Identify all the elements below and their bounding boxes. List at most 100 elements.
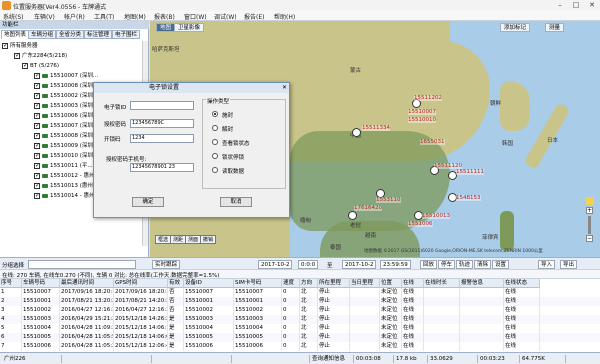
lock-id-input[interactable]	[130, 101, 194, 110]
tab-fence[interactable]: 电子围栏	[112, 30, 141, 39]
export-button[interactable]: 导出	[560, 260, 578, 269]
column-header[interactable]: GPS时间	[114, 279, 168, 288]
radio-lock-stop[interactable]	[212, 153, 218, 159]
table-row[interactable]: 4 15510003 2016/04/29 15:21:37 2015/12/18 1…	[0, 315, 600, 324]
import-button[interactable]: 导入	[538, 260, 556, 269]
vehicle-item[interactable]: 15510003 (深圳...	[34, 101, 98, 111]
column-header[interactable]: 所在里程	[318, 279, 350, 288]
tab-map-list[interactable]: 地图列表	[1, 30, 30, 39]
mode-select[interactable]: 实时跟踪	[152, 260, 181, 269]
column-header[interactable]: 在线时长	[424, 279, 460, 288]
app-logo-icon	[2, 1, 11, 10]
column-header[interactable]: 速度	[282, 279, 300, 288]
vehicle-item[interactable]: 15510008 (深圳...	[34, 81, 98, 91]
auth-password-label: 授权密码	[104, 122, 127, 128]
tab-satellite[interactable]: 卫星影像	[174, 23, 205, 32]
menu-tools[interactable]: 工具(T)	[94, 12, 114, 21]
zoom-out-icon[interactable]: −	[586, 235, 593, 242]
time-from-input[interactable]: 0:0:0	[298, 260, 319, 269]
menu-map[interactable]: 地图(M)	[124, 12, 146, 21]
zoom-slider[interactable]	[588, 216, 591, 234]
vehicle-item[interactable]: 15510007 (深圳...	[34, 121, 98, 131]
menu-window[interactable]: 窗口(W)	[184, 12, 207, 21]
group-select-dropdown[interactable]	[28, 260, 136, 269]
menu-report[interactable]: 报表(B)	[154, 12, 175, 21]
table-row[interactable]: 3 15510002 2016/04/27 12:16:38 2016/04/27 1…	[0, 306, 600, 315]
vehicle-item[interactable]: 15510002 (深圳...	[34, 91, 98, 101]
radio-read-data[interactable]	[212, 167, 218, 173]
undo-tool-button[interactable]: 撤销	[200, 235, 217, 244]
playback-button[interactable]: 回放	[420, 260, 438, 269]
tree-root[interactable]: 所有服务器	[2, 41, 38, 51]
tab-vehicle-group[interactable]: 车辆分组	[28, 30, 57, 39]
tab-markers[interactable]: 标注管理	[84, 30, 113, 39]
ok-button[interactable]: 确定	[132, 197, 164, 207]
menu-system[interactable]: 系统(S)	[3, 12, 24, 21]
time-to-input[interactable]: 23:59:59	[380, 260, 411, 269]
auth-password-input[interactable]: 123456789C	[130, 119, 194, 128]
menu-debug[interactable]: 调试(W)	[214, 12, 237, 21]
column-header[interactable]: 设备ID	[184, 279, 234, 288]
clear-button[interactable]: 清除	[474, 260, 492, 269]
table-row[interactable]: 5 15510004 2016/04/28 11:09:37 2015/12/18 1…	[0, 324, 600, 333]
vehicle-item[interactable]: 15510011 (平...	[34, 161, 93, 171]
table-row[interactable]: 6 15510005 2016/04/28 11:05:59 2015/12/18 1…	[0, 333, 600, 342]
menu-help-report[interactable]: 报告(E)	[244, 12, 264, 21]
measure-button[interactable]: 测量	[545, 23, 565, 32]
track-button[interactable]: 轨迹	[456, 260, 474, 269]
select-tool-button[interactable]: 框选	[155, 235, 172, 244]
menu-vehicle[interactable]: 车辆(V)	[34, 12, 55, 21]
table-row[interactable]: 7 15510006 2016/04/28 11:05:26 2015/12/18 1…	[0, 342, 600, 351]
vehicle-item[interactable]: 15510010 (深圳...	[34, 151, 98, 161]
zoom-in-icon[interactable]: +	[586, 207, 593, 214]
tree-group-bt[interactable]: BT (5/276)	[22, 61, 59, 71]
menu-account[interactable]: 帐户(R)	[64, 12, 85, 21]
table-cell: 在线	[504, 288, 540, 297]
column-header[interactable]: 方向	[300, 279, 318, 288]
radio-check-status[interactable]	[212, 139, 218, 145]
radio-unseal[interactable]	[212, 125, 218, 131]
maximize-icon[interactable]: □	[568, 0, 584, 11]
minimize-icon[interactable]: –	[552, 0, 568, 11]
pegman-icon[interactable]	[586, 197, 594, 205]
distance-tool-button[interactable]: 测距	[170, 235, 187, 244]
dialog-close-icon[interactable]: ✕	[282, 84, 287, 91]
tree-group-guangdong[interactable]: 广东2284(5/218)	[14, 51, 67, 61]
table-row[interactable]: 1 15510007 2017/09/16 18:20:13 2017/09/16 1…	[0, 288, 600, 297]
column-header[interactable]: 车辆号码	[22, 279, 60, 288]
vehicle-marker-icon[interactable]	[348, 211, 357, 220]
settings-button[interactable]: 设置	[492, 260, 510, 269]
column-header[interactable]: 最后通讯时间	[60, 279, 114, 288]
table-cell: 停止	[318, 288, 350, 297]
vehicle-item[interactable]: 15510008 (深圳...	[34, 131, 98, 141]
vehicle-item[interactable]: 15510007 (深圳...	[34, 71, 98, 81]
table-cell: 在线	[504, 342, 540, 351]
close-icon[interactable]: ✕	[584, 0, 600, 11]
vehicle-item[interactable]: 15510006 (深圳...	[34, 111, 98, 121]
table-cell: 停止	[318, 333, 350, 342]
column-header[interactable]: 在线	[402, 279, 424, 288]
menu-help[interactable]: 帮助(H)	[274, 12, 295, 21]
tab-province[interactable]: 全省分类	[56, 30, 85, 39]
add-marker-button[interactable]: 添加标记	[500, 23, 531, 32]
status-rate: 33.0629	[428, 355, 478, 363]
tab-map[interactable]: 地图	[156, 23, 176, 32]
vehicle-item[interactable]: 15510009 (深圳...	[34, 141, 98, 151]
auth-phone-input[interactable]: 12345678901 23	[130, 163, 194, 172]
parking-button[interactable]: 停车	[438, 260, 456, 269]
radio-seal[interactable]	[212, 111, 218, 117]
column-header[interactable]: SIM卡号码	[234, 279, 282, 288]
column-header[interactable]: 报警信息	[460, 279, 504, 288]
column-header[interactable]: 有效	[168, 279, 184, 288]
table-row[interactable]: 2 15510001 2017/08/21 13:20:37 2017/08/21 1…	[0, 297, 600, 306]
column-header[interactable]: 序号	[0, 279, 22, 288]
date-from-input[interactable]: 2017-10-2	[258, 260, 293, 269]
area-tool-button[interactable]: 测面	[185, 235, 202, 244]
column-header[interactable]: 当日里程	[350, 279, 380, 288]
column-header[interactable]: 在线状态	[504, 279, 540, 288]
cancel-button[interactable]: 取消	[220, 197, 252, 207]
unlock-code-input[interactable]: 1234	[130, 134, 194, 143]
date-to-input[interactable]: 2017-10-2	[342, 260, 377, 269]
column-header[interactable]: 位置	[380, 279, 402, 288]
vehicle-marker-icon[interactable]	[352, 128, 361, 137]
